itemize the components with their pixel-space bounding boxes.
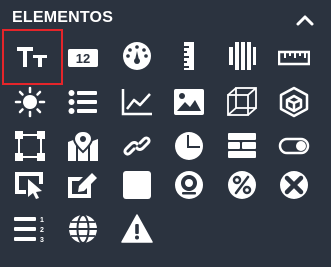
sun-icon xyxy=(14,86,46,118)
close-circle-icon xyxy=(280,171,308,199)
warning-icon xyxy=(121,214,153,243)
tool-list[interactable] xyxy=(59,84,107,120)
cursor-select-icon xyxy=(15,172,43,199)
selection-box-icon xyxy=(15,131,45,161)
tool-sun[interactable] xyxy=(6,84,54,120)
ruler-horizontal-icon xyxy=(278,50,310,66)
pie-chart-icon xyxy=(175,132,203,160)
map-pin-icon xyxy=(68,130,98,161)
elements-grid: 12 1 2 3 xyxy=(0,0,331,267)
tool-toggle[interactable] xyxy=(270,128,318,164)
cube-3d-icon xyxy=(279,86,309,118)
text-icon xyxy=(16,47,47,67)
tool-square[interactable] xyxy=(113,167,161,203)
edit-icon xyxy=(68,173,97,198)
image-icon xyxy=(174,89,204,115)
cube-wireframe-icon xyxy=(227,87,257,116)
tool-brick-wall[interactable] xyxy=(218,128,266,164)
tool-edit[interactable] xyxy=(59,167,107,203)
square-icon xyxy=(123,171,151,199)
gauge-icon xyxy=(123,42,151,70)
number-icon-label: 12 xyxy=(76,51,90,66)
tool-map-pin[interactable] xyxy=(59,128,107,164)
tool-pie-chart[interactable] xyxy=(165,128,213,164)
tool-ruler-horizontal[interactable] xyxy=(270,40,318,76)
tool-selection-box[interactable] xyxy=(6,128,54,164)
tool-percent[interactable] xyxy=(218,167,266,203)
number-12-icon: 12 xyxy=(68,49,98,67)
vertical-bars-icon xyxy=(229,42,256,70)
tool-cursor-select[interactable] xyxy=(6,167,54,203)
numbered-list-number-2: 2 xyxy=(40,227,44,234)
line-chart-icon xyxy=(121,89,152,116)
tool-gauge[interactable] xyxy=(113,38,161,74)
tool-cube-wireframe[interactable] xyxy=(218,84,266,120)
tool-line-chart[interactable] xyxy=(113,84,161,120)
percent-icon xyxy=(228,171,256,199)
toggle-icon xyxy=(278,137,310,155)
tool-globe[interactable] xyxy=(59,211,107,247)
brick-wall-icon xyxy=(228,133,256,158)
numbered-list-number-3: 3 xyxy=(40,237,44,244)
tool-warning[interactable] xyxy=(113,211,161,247)
tool-ruler-vertical[interactable] xyxy=(165,38,213,74)
camera-eye-icon xyxy=(175,171,203,199)
tool-numbered-list[interactable]: 1 2 3 xyxy=(6,211,54,247)
tool-bars[interactable] xyxy=(218,38,266,74)
elements-panel: ELEMENTOS 12 1 2 3 xyxy=(0,0,331,267)
tool-cube-3d[interactable] xyxy=(270,84,318,120)
tool-number[interactable]: 12 xyxy=(59,40,107,76)
tool-close-circle[interactable] xyxy=(270,167,318,203)
link-icon xyxy=(123,136,151,156)
tool-text[interactable] xyxy=(2,29,63,85)
tool-image[interactable] xyxy=(165,84,213,120)
globe-icon xyxy=(69,214,97,244)
tool-camera-eye[interactable] xyxy=(165,167,213,203)
tool-link[interactable] xyxy=(113,128,161,164)
list-icon xyxy=(68,90,97,114)
numbered-list-icon: 1 2 3 xyxy=(14,217,44,244)
ruler-vertical-icon xyxy=(184,42,194,70)
numbered-list-number-1: 1 xyxy=(40,217,44,224)
